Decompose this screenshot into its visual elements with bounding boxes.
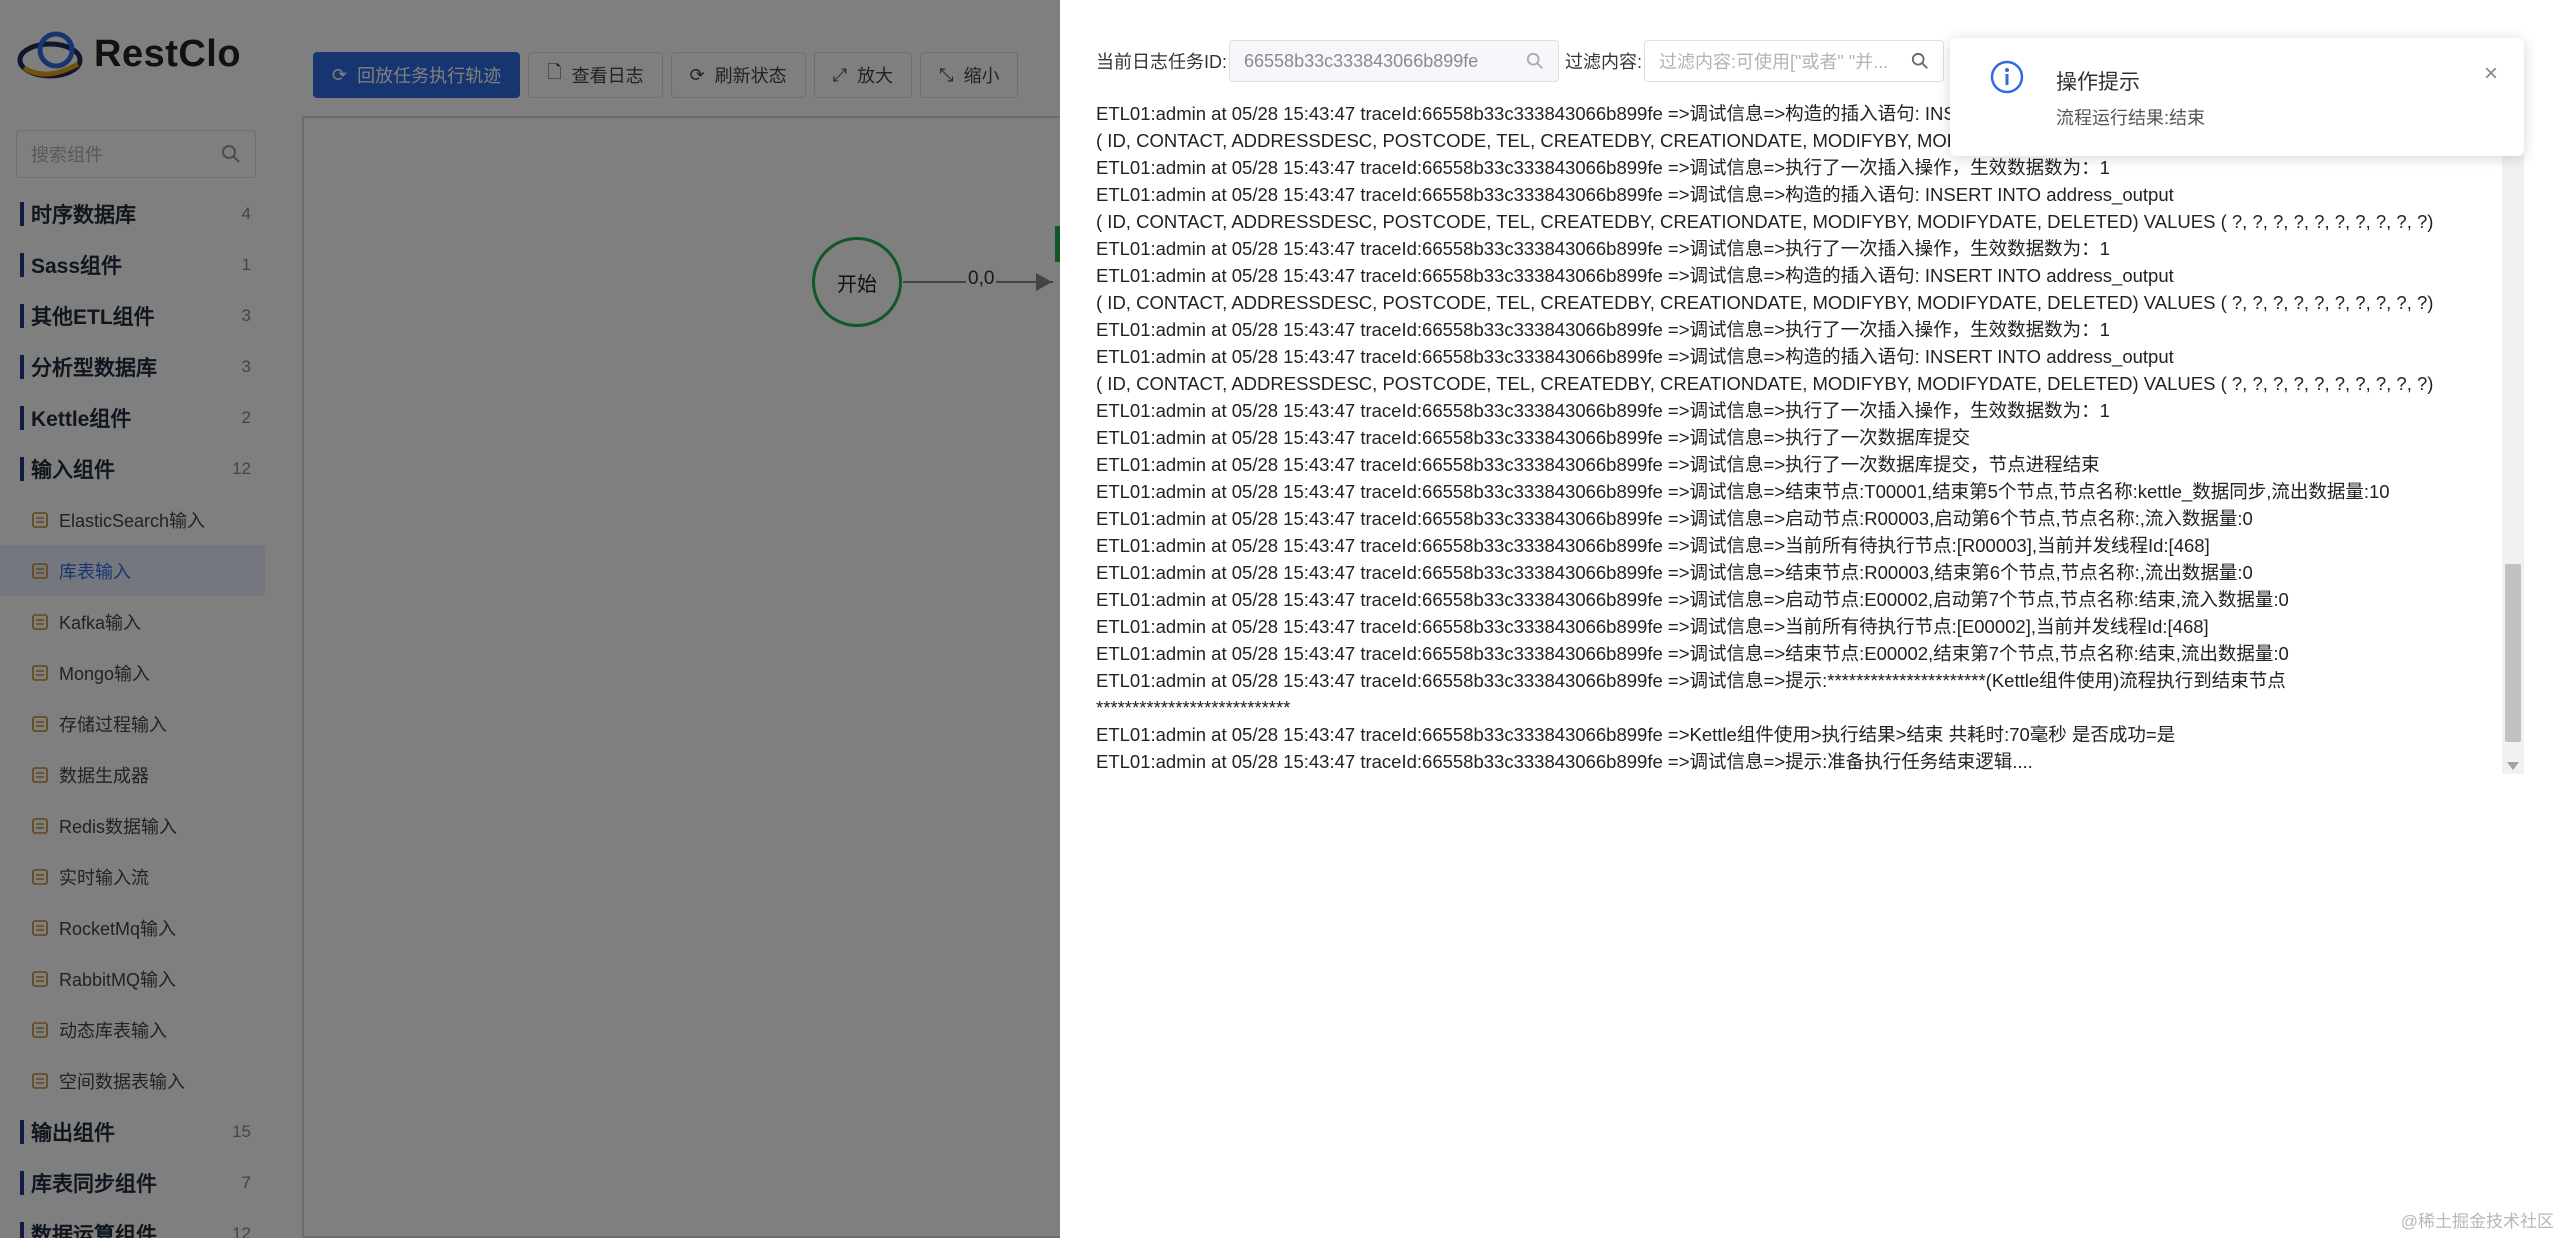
log-line: ETL01:admin at 05/28 15:43:47 traceId:66… [1096, 751, 2033, 772]
log-line: ETL01:admin at 05/28 15:43:47 traceId:66… [1096, 562, 2253, 583]
log-line: ETL01:admin at 05/28 15:43:47 traceId:66… [1096, 454, 2100, 475]
log-filter-row: 当前日志任务ID: 66558b33c333843066b899fe 过滤内容:… [1096, 40, 1945, 82]
filter-placeholder: 过滤内容:可使用["或者" "并... [1659, 52, 1889, 72]
log-line: ETL01:admin at 05/28 15:43:47 traceId:66… [1096, 184, 2174, 205]
log-line: ETL01:admin at 05/28 15:43:47 traceId:66… [1096, 508, 2253, 529]
watermark: @稀土掘金技术社区 [2400, 1212, 2554, 1231]
task-id-input[interactable]: 66558b33c333843066b899fe [1229, 40, 1560, 82]
log-line: ETL01:admin at 05/28 15:43:47 traceId:66… [1096, 400, 2110, 421]
log-line: ETL01:admin at 05/28 15:43:47 traceId:66… [1096, 616, 2209, 637]
notification-toast: 操作提示 流程运行结果:结束 × [1950, 38, 2524, 156]
log-line: ETL01:admin at 05/28 15:43:47 traceId:66… [1096, 157, 2110, 178]
scroll-thumb[interactable] [2505, 564, 2521, 742]
task-id-value: 66558b33c333843066b899fe [1244, 50, 1479, 71]
close-icon[interactable]: × [2484, 60, 2498, 88]
notification-title: 操作提示 [2056, 71, 2140, 94]
search-icon[interactable] [1911, 52, 1929, 70]
log-line: ETL01:admin at 05/28 15:43:47 traceId:66… [1096, 481, 2390, 502]
log-line: ETL01:admin at 05/28 15:43:47 traceId:66… [1096, 265, 2174, 286]
scroll-down-icon[interactable] [2507, 762, 2519, 770]
filter-input[interactable]: 过滤内容:可使用["或者" "并... [1644, 40, 1945, 82]
log-line: ( ID, CONTACT, ADDRESSDESC, POSTCODE, TE… [1096, 373, 2434, 394]
filter-label: 过滤内容: [1565, 52, 1643, 72]
log-line: ETL01:admin at 05/28 15:43:47 traceId:66… [1096, 238, 2110, 259]
modal-overlay[interactable] [0, 0, 1060, 1238]
log-scrollbar[interactable] [2502, 94, 2524, 774]
log-line: ETL01:admin at 05/28 15:43:47 traceId:66… [1096, 427, 1971, 448]
log-line: ETL01:admin at 05/28 15:43:47 traceId:66… [1096, 643, 2289, 664]
info-icon [1990, 60, 2024, 94]
notification-message: 流程运行结果:结束 [2056, 108, 2206, 128]
log-line: ETL01:admin at 05/28 15:43:47 traceId:66… [1096, 319, 2110, 340]
log-line: ETL01:admin at 05/28 15:43:47 traceId:66… [1096, 670, 2286, 691]
log-output: ETL01:admin at 05/28 15:43:47 traceId:66… [1096, 100, 2546, 772]
log-line: ETL01:admin at 05/28 15:43:47 traceId:66… [1096, 535, 2210, 556]
log-line: ETL01:admin at 05/28 15:43:47 traceId:66… [1096, 589, 2289, 610]
log-drawer: 当前日志任务ID: 66558b33c333843066b899fe 过滤内容:… [1060, 0, 2560, 1238]
search-icon[interactable] [1526, 52, 1544, 70]
task-id-label: 当前日志任务ID: [1096, 52, 1228, 72]
log-line: ETL01:admin at 05/28 15:43:47 traceId:66… [1096, 724, 2176, 745]
log-line: ( ID, CONTACT, ADDRESSDESC, POSTCODE, TE… [1096, 292, 2434, 313]
log-line: ( ID, CONTACT, ADDRESSDESC, POSTCODE, TE… [1096, 211, 2434, 232]
log-line: ETL01:admin at 05/28 15:43:47 traceId:66… [1096, 346, 2174, 367]
log-line: *************************** [1096, 697, 1291, 718]
